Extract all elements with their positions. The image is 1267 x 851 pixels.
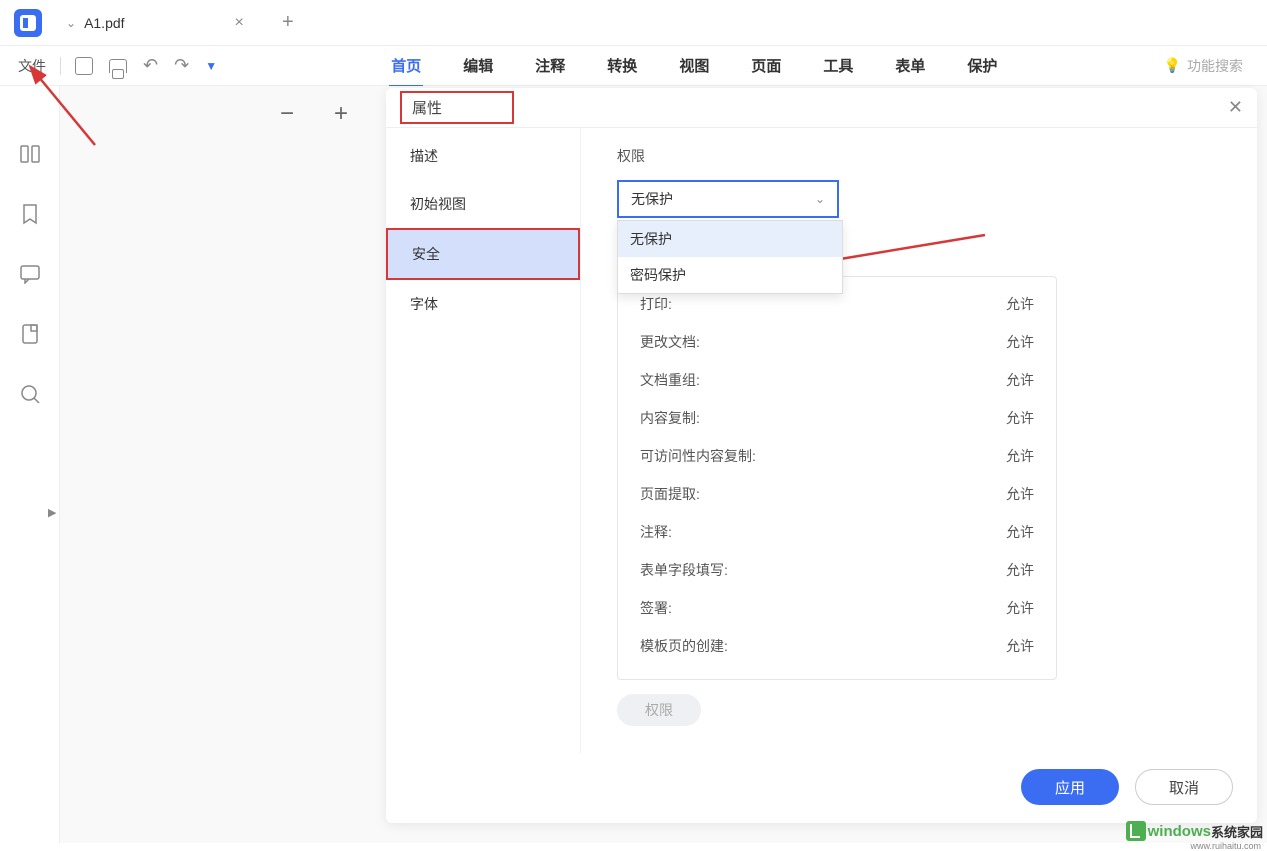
perm-row-comment: 注释:允许: [640, 513, 1034, 551]
quick-dropdown[interactable]: ▼: [197, 55, 225, 77]
menu-protect[interactable]: 保护: [965, 49, 999, 82]
properties-content: 权限 无保护 ⌄ 无保护 密码保护 打印:允许 更改文档:允许 文档重组:允许 …: [581, 128, 1257, 753]
divider: [60, 57, 61, 75]
watermark: windows 系统家园 www.ruihaitu.com: [1126, 821, 1263, 841]
option-password-protection[interactable]: 密码保护: [618, 257, 842, 293]
clipboard-button[interactable]: [67, 53, 101, 79]
perm-row-template: 模板页的创建:允许: [640, 627, 1034, 665]
protection-dropdown: 无保护 密码保护: [617, 220, 843, 294]
bulb-icon: 💡: [1164, 57, 1181, 74]
menu-tools[interactable]: 工具: [821, 49, 855, 82]
file-menu[interactable]: 文件: [10, 52, 54, 80]
properties-panel: 属性 ✕ 描述 初始视图 安全 字体 权限 无保护 ⌄ 无保护 密码保护: [386, 88, 1257, 823]
left-sidebar: ▶: [0, 86, 60, 843]
permissions-table: 打印:允许 更改文档:允许 文档重组:允许 内容复制:允许 可访问性内容复制:允…: [617, 276, 1057, 680]
watermark-logo-icon: [1126, 821, 1146, 841]
print-button[interactable]: [101, 55, 135, 77]
permissions-button: 权限: [617, 694, 701, 726]
expand-sidebar-icon[interactable]: ▶: [48, 506, 60, 526]
cancel-button[interactable]: 取消: [1135, 769, 1233, 805]
perm-row-extract: 页面提取:允许: [640, 475, 1034, 513]
tab-title: A1.pdf: [84, 15, 124, 31]
nav-initial-view[interactable]: 初始视图: [386, 180, 580, 228]
chevron-down-icon: ⌄: [815, 192, 825, 206]
perm-row-copy-access: 可访问性内容复制:允许: [640, 437, 1034, 475]
zoom-in-button[interactable]: +: [334, 100, 348, 128]
comment-icon[interactable]: [18, 262, 42, 286]
nav-security[interactable]: 安全: [386, 228, 580, 280]
undo-icon: ↶: [143, 55, 158, 76]
menu-bar: 首页 编辑 注释 转换 视图 页面 工具 表单 保护: [225, 49, 1163, 82]
feature-search-label: 功能搜索: [1187, 56, 1243, 76]
watermark-brand: windows: [1148, 823, 1211, 840]
main-area: ▶ − + 属性 ✕ 描述 初始视图 安全 字体 权限 无保护 ⌄: [0, 86, 1267, 843]
watermark-suffix: 系统家园: [1211, 822, 1263, 841]
redo-button[interactable]: ↷: [166, 51, 197, 80]
triangle-down-icon: ▼: [205, 59, 217, 73]
document-tab[interactable]: ⌄ A1.pdf ×: [54, 4, 262, 42]
redo-icon: ↷: [174, 55, 189, 76]
menu-view[interactable]: 视图: [677, 49, 711, 82]
menu-annotate[interactable]: 注释: [533, 49, 567, 82]
properties-footer: 应用 取消: [386, 753, 1257, 823]
option-no-protection[interactable]: 无保护: [618, 221, 842, 257]
properties-nav: 描述 初始视图 安全 字体: [386, 128, 581, 753]
menu-convert[interactable]: 转换: [605, 49, 639, 82]
perm-row-modify: 更改文档:允许: [640, 323, 1034, 361]
nav-description[interactable]: 描述: [386, 132, 580, 180]
permissions-label: 权限: [617, 146, 1237, 166]
title-bar: ⌄ A1.pdf × +: [0, 0, 1267, 46]
apply-button[interactable]: 应用: [1021, 769, 1119, 805]
menu-edit[interactable]: 编辑: [461, 49, 495, 82]
zoom-controls: − +: [280, 100, 348, 128]
properties-title: 属性: [400, 91, 514, 124]
bookmark-icon[interactable]: [18, 202, 42, 226]
clipboard-icon: [75, 57, 93, 75]
search-icon[interactable]: [18, 382, 42, 406]
protection-select[interactable]: 无保护 ⌄ 无保护 密码保护: [617, 180, 839, 218]
menu-page[interactable]: 页面: [749, 49, 783, 82]
perm-row-assemble: 文档重组:允许: [640, 361, 1034, 399]
perm-row-copy: 内容复制:允许: [640, 399, 1034, 437]
app-logo-icon: [14, 9, 42, 37]
properties-header: 属性 ✕: [386, 88, 1257, 128]
perm-row-form-fill: 表单字段填写:允许: [640, 551, 1034, 589]
close-tab-icon[interactable]: ×: [235, 14, 244, 32]
menu-home[interactable]: 首页: [389, 49, 423, 82]
menu-form[interactable]: 表单: [893, 49, 927, 82]
undo-button[interactable]: ↶: [135, 51, 166, 80]
protection-select-value: 无保护: [631, 189, 673, 209]
feature-search[interactable]: 💡 功能搜索: [1164, 56, 1257, 76]
new-tab-button[interactable]: +: [268, 11, 308, 34]
nav-font[interactable]: 字体: [386, 280, 580, 328]
properties-body: 描述 初始视图 安全 字体 权限 无保护 ⌄ 无保护 密码保护 打印:允许 更: [386, 128, 1257, 753]
close-panel-button[interactable]: ✕: [1228, 97, 1243, 118]
zoom-out-button[interactable]: −: [280, 100, 294, 128]
chevron-down-icon: ⌄: [66, 16, 76, 30]
thumbnails-icon[interactable]: [18, 142, 42, 166]
print-icon: [109, 59, 127, 73]
toolbar: 文件 ↶ ↷ ▼ 首页 编辑 注释 转换 视图 页面 工具 表单 保护 💡 功能…: [0, 46, 1267, 86]
attachment-icon[interactable]: [18, 322, 42, 346]
perm-row-sign: 签署:允许: [640, 589, 1034, 627]
